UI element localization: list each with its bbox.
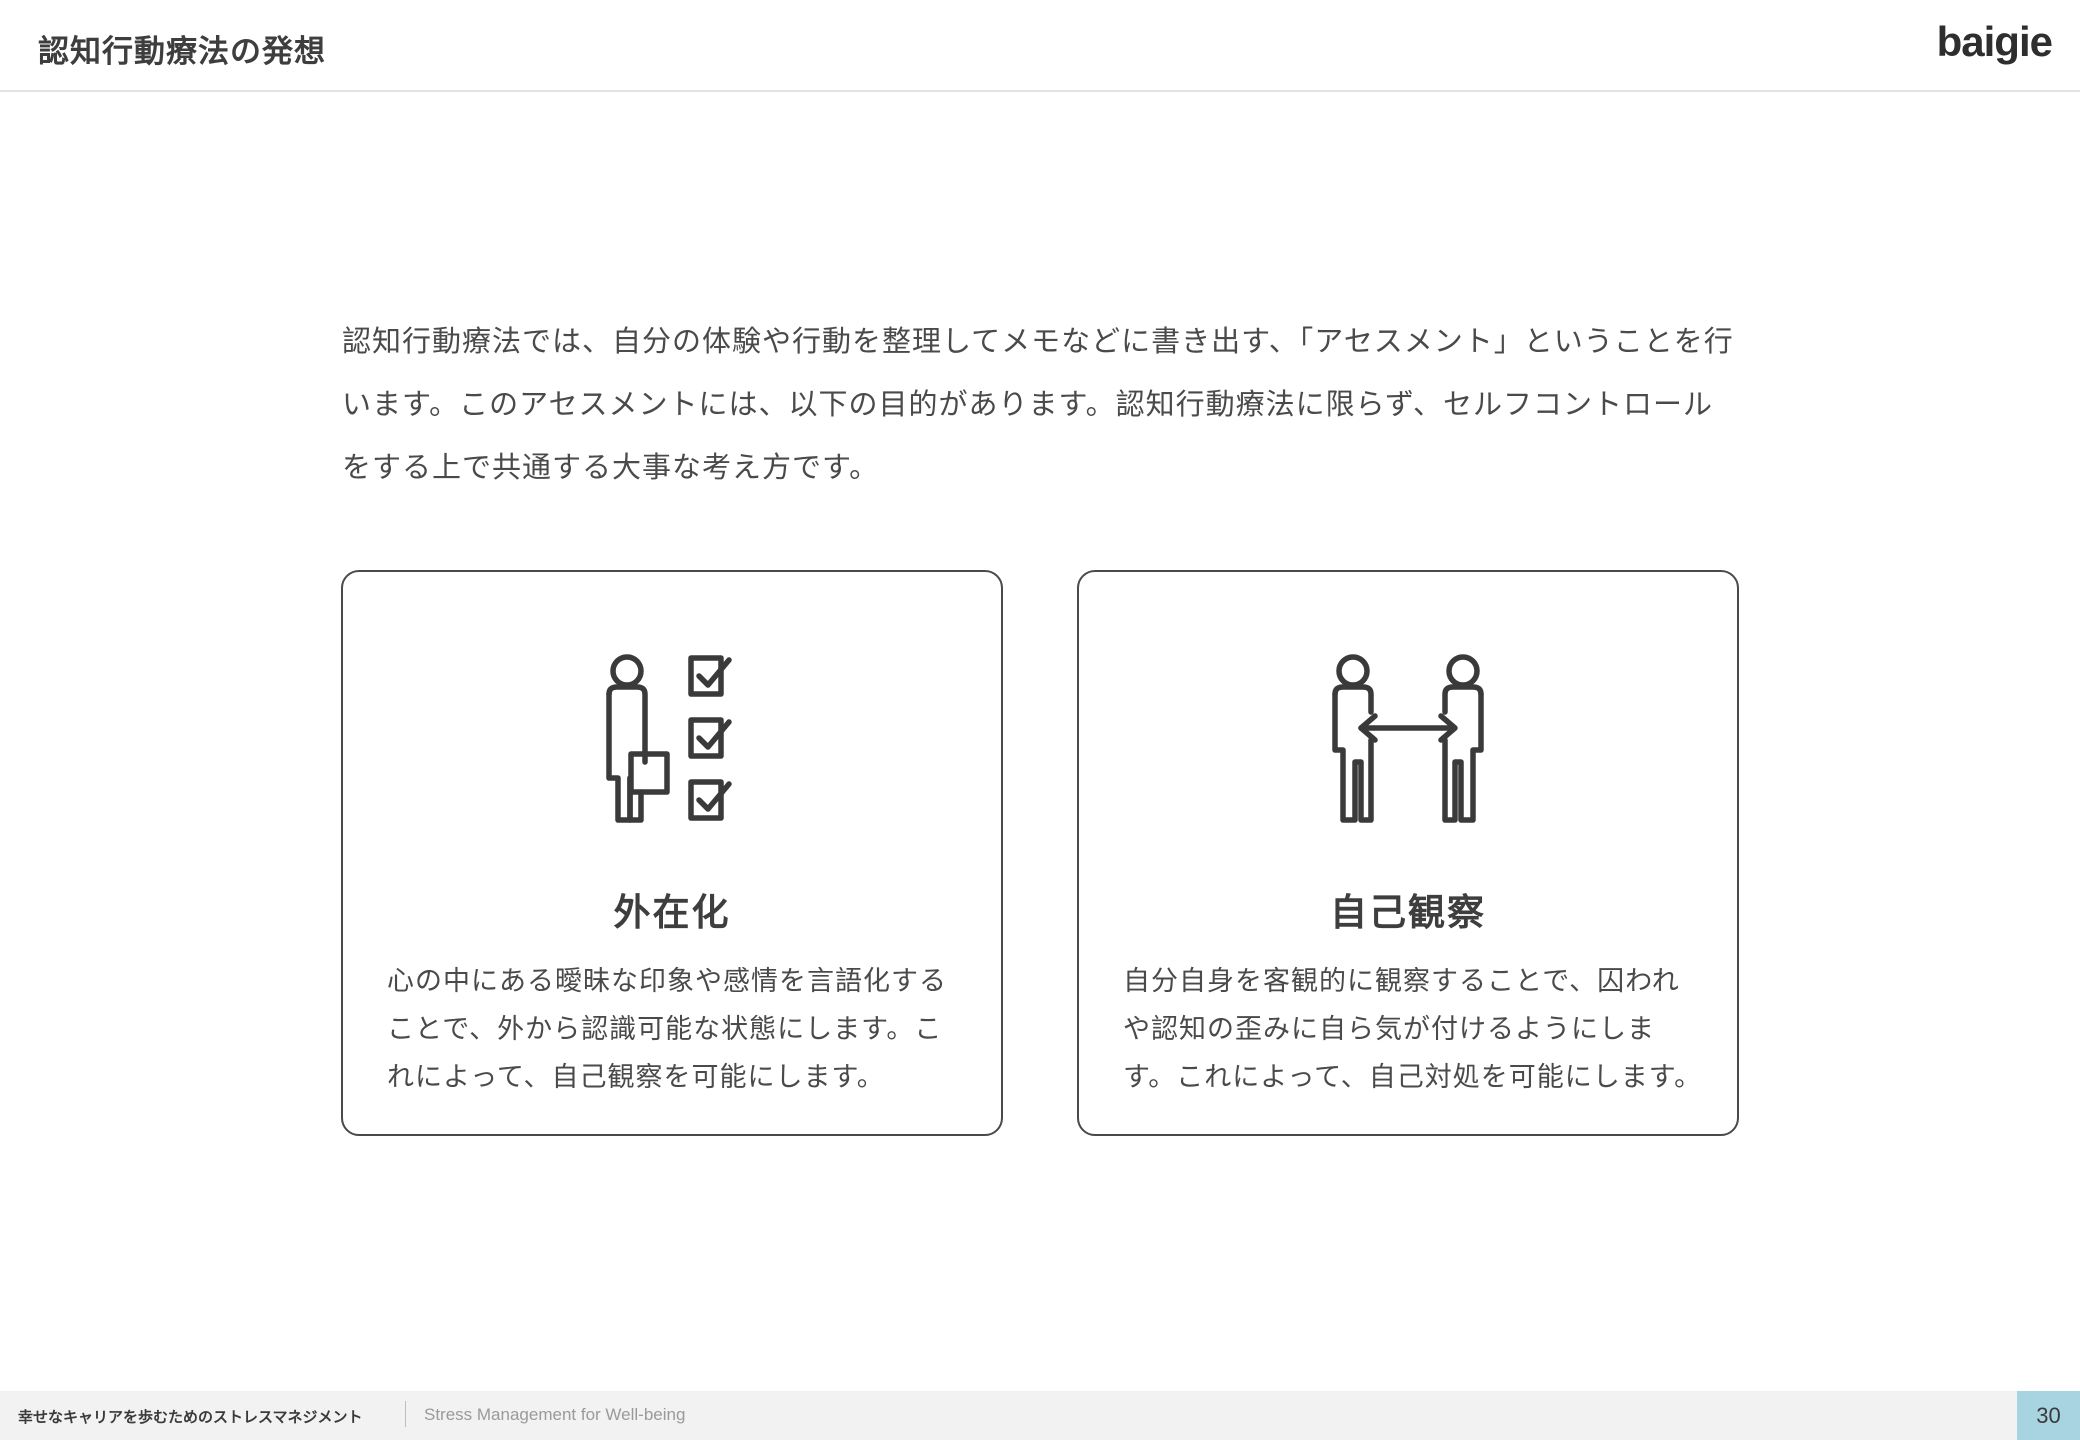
card-title: 外在化 [613,891,731,934]
footer-bar: 幸せなキャリアを歩むためのストレスマネジメント Stress Managemen… [0,1391,2080,1440]
page-title: 認知行動療法の発想 [38,34,326,70]
card-title: 自己観察 [1330,891,1486,934]
card-body: 心の中にある曖昧な印象や感情を言語化することで、外から認識可能な状態にします。こ… [387,966,947,1093]
page-number: 30 [2017,1391,2080,1440]
footer-subtitle: Stress Management for Well-being [424,1405,686,1424]
footer-title: 幸せなキャリアを歩むためのストレスマネジメント [18,1408,363,1426]
people-exchange-icon [1332,654,1484,823]
baigie-logo: baigie [1936,18,2053,65]
header-bar: 認知行動療法の発想 baigie [0,0,2080,92]
intro-paragraph: 認知行動療法では、自分の体験や行動を整理してメモなどに書き出す、「アセスメント」… [342,324,1734,484]
footer-divider [405,1401,406,1427]
person-checklist-icon [606,654,732,823]
card-externalization: 外在化 心の中にある曖昧な印象や感情を言語化することで、外から認識可能な状態にし… [341,570,1003,1136]
card-self-observation: 自己観察 自分自身を客観的に観察することで、囚われや認知の歪みに自ら気が付けるよ… [1077,570,1739,1136]
card-body: 自分自身を客観的に観察することで、囚われや認知の歪みに自ら気が付けるようにします… [1123,966,1703,1093]
